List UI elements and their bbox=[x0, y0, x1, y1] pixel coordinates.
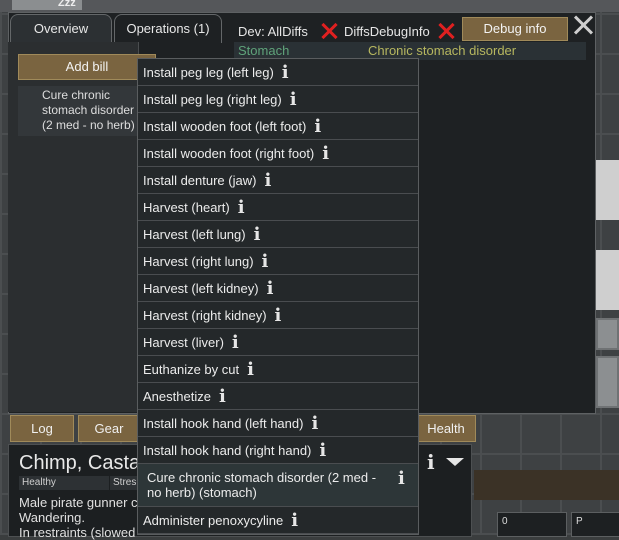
diffs-debug-toggle[interactable]: DiffsDebugInfo bbox=[344, 24, 430, 39]
info-icon[interactable]: i bbox=[238, 198, 245, 217]
menu-item-label: Install peg leg (right leg) bbox=[143, 91, 282, 107]
hediff-name: Chronic stomach disorder bbox=[368, 43, 517, 58]
menu-item-label: Install hook hand (right hand) bbox=[143, 442, 312, 458]
resource-widget[interactable]: 0 bbox=[497, 512, 567, 537]
menu-item-label: Harvest (left lung) bbox=[143, 226, 246, 242]
floor-tile bbox=[596, 356, 619, 408]
bill-entry-label: Cure chronic stomach disorder (2 med - n… bbox=[42, 88, 135, 132]
tab-gear[interactable]: Gear bbox=[78, 415, 140, 442]
menu-item[interactable]: Install peg leg (left leg) i bbox=[138, 59, 418, 86]
menu-item-label: Install hook hand (left hand) bbox=[143, 415, 304, 431]
info-icon[interactable]: i bbox=[254, 225, 261, 244]
menu-item[interactable]: Euthanize by cut i bbox=[138, 356, 418, 383]
info-icon[interactable]: i bbox=[322, 144, 329, 163]
operations-dropdown-menu: Install peg leg (left leg) i Install peg … bbox=[137, 58, 419, 535]
menu-item[interactable]: Install hook hand (left hand) i bbox=[138, 410, 418, 437]
tab-log[interactable]: Log bbox=[10, 415, 74, 442]
menu-item-label: Anesthetize bbox=[143, 388, 211, 404]
tab-overview[interactable]: Overview bbox=[10, 14, 112, 43]
wall-right-mid bbox=[596, 250, 619, 310]
info-icon[interactable]: i bbox=[311, 414, 318, 433]
pawn-desc-line: In restraints (slowed bbox=[19, 525, 136, 540]
hediff-body-part: Stomach bbox=[238, 43, 290, 58]
top-status-label: Zzz bbox=[58, 0, 76, 9]
menu-item[interactable]: Harvest (left lung) i bbox=[138, 221, 418, 248]
menu-item-label: Harvest (heart) bbox=[143, 199, 230, 215]
menu-item-label: Install wooden foot (left foot) bbox=[143, 118, 307, 134]
widget-label: 0 bbox=[502, 516, 508, 527]
dev-alldiffs-toggle[interactable]: Dev: AllDiffs bbox=[238, 24, 308, 39]
menu-item[interactable]: Harvest (right kidney) i bbox=[138, 302, 418, 329]
pawn-desc-line: Wandering. bbox=[19, 510, 85, 525]
menu-item[interactable]: Harvest (heart) i bbox=[138, 194, 418, 221]
menu-item-label: Cure chronic stomach disorder (2 med - n… bbox=[147, 470, 377, 500]
menu-item-label: Install wooden foot (right foot) bbox=[143, 145, 315, 161]
menu-item[interactable]: Install hook hand (right hand) i bbox=[138, 437, 418, 464]
menu-item-label: Install peg leg (left leg) bbox=[143, 64, 274, 80]
info-icon[interactable]: i bbox=[314, 117, 321, 136]
info-icon[interactable]: i bbox=[247, 360, 254, 379]
alldiffs-off-icon[interactable] bbox=[320, 22, 338, 40]
wall-lower-right bbox=[474, 470, 619, 500]
info-icon[interactable]: i bbox=[275, 306, 282, 325]
diffsdebug-off-icon[interactable] bbox=[437, 22, 455, 40]
info-icon[interactable]: i bbox=[282, 63, 289, 82]
info-icon[interactable]: i bbox=[319, 441, 326, 460]
menu-item[interactable]: Harvest (left kidney) i bbox=[138, 275, 418, 302]
status-badge-health: Healthy bbox=[19, 476, 109, 490]
chevron-down-icon[interactable] bbox=[446, 458, 464, 466]
info-icon[interactable]: i bbox=[427, 450, 435, 474]
debug-info-button[interactable]: Debug info bbox=[462, 17, 568, 41]
menu-item[interactable]: Administer penoxycyline i bbox=[138, 507, 418, 534]
menu-item-hovered[interactable]: Cure chronic stomach disorder (2 med - n… bbox=[138, 464, 418, 507]
info-icon[interactable]: i bbox=[398, 470, 405, 488]
info-icon[interactable]: i bbox=[267, 279, 274, 298]
menu-item-label: Administer penoxycyline bbox=[143, 512, 284, 528]
menu-item-label: Euthanize by cut bbox=[143, 361, 240, 377]
pawn-name: Chimp, Casta bbox=[19, 452, 141, 474]
pawn-desc-line: Male pirate gunner c bbox=[19, 495, 138, 510]
menu-item[interactable]: Install peg leg (right leg) i bbox=[138, 86, 418, 113]
menu-item-label: Harvest (right kidney) bbox=[143, 307, 267, 323]
menu-item[interactable]: Install denture (jaw) i bbox=[138, 167, 418, 194]
close-icon[interactable] bbox=[572, 14, 594, 36]
wall-right-top bbox=[596, 160, 619, 220]
floor-tile bbox=[596, 318, 619, 350]
info-icon[interactable]: i bbox=[290, 90, 297, 109]
menu-item-label: Install denture (jaw) bbox=[143, 172, 257, 188]
menu-item[interactable]: Install wooden foot (left foot) i bbox=[138, 113, 418, 140]
info-icon[interactable]: i bbox=[291, 511, 298, 530]
tab-health[interactable]: Health bbox=[416, 415, 476, 442]
menu-item[interactable]: Anesthetize i bbox=[138, 383, 418, 410]
menu-item-label: Harvest (left kidney) bbox=[143, 280, 259, 296]
add-bill-button[interactable]: Add bill bbox=[18, 54, 156, 80]
info-icon[interactable]: i bbox=[262, 252, 269, 271]
menu-item[interactable]: Install wooden foot (right foot) i bbox=[138, 140, 418, 167]
menu-item[interactable]: Harvest (right lung) i bbox=[138, 248, 418, 275]
menu-item-label: Harvest (liver) bbox=[143, 334, 224, 350]
info-icon[interactable]: i bbox=[264, 171, 271, 190]
tab-operations[interactable]: Operations (1) bbox=[114, 14, 222, 43]
menu-item[interactable]: Harvest (liver) i bbox=[138, 329, 418, 356]
resource-widget[interactable]: P bbox=[571, 512, 619, 537]
widget-label: P bbox=[576, 516, 583, 527]
menu-item-label: Harvest (right lung) bbox=[143, 253, 254, 269]
info-icon[interactable]: i bbox=[232, 333, 239, 352]
pawn-description: Male pirate gunner c Wandering. In restr… bbox=[19, 495, 138, 540]
info-icon[interactable]: i bbox=[219, 387, 226, 406]
